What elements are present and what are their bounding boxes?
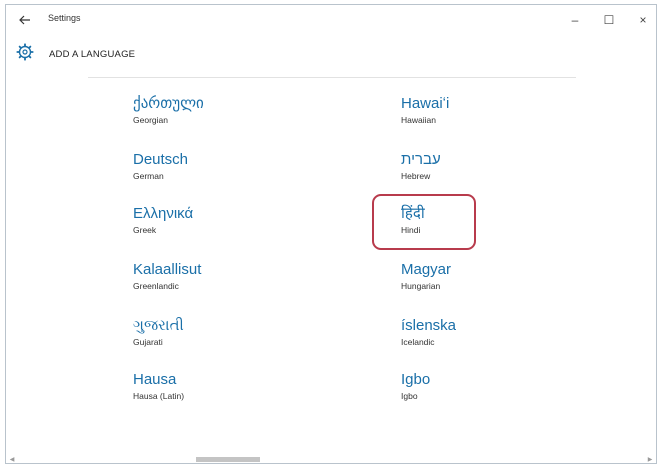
maximize-button[interactable]: ☐ xyxy=(594,9,624,31)
language-native-name: Kalaallisut xyxy=(133,261,202,278)
language-english-name: Hausa (Latin) xyxy=(133,391,185,401)
language-item-german[interactable]: Deutsch German xyxy=(133,151,303,195)
language-native-name: עברית xyxy=(401,151,441,168)
language-english-name: Igbo xyxy=(401,391,418,401)
language-english-name: Icelandic xyxy=(401,337,435,347)
language-native-name: íslenska xyxy=(401,317,457,334)
close-button[interactable]: × xyxy=(628,9,658,31)
language-item-icelandic[interactable]: íslenska Icelandic xyxy=(401,317,571,361)
language-item-hausa[interactable]: Hausa Hausa (Latin) xyxy=(133,371,303,415)
language-english-name: Hawaiian xyxy=(401,115,436,125)
language-english-name: Gujarati xyxy=(133,337,163,347)
language-item-greenlandic[interactable]: Kalaallisut Greenlandic xyxy=(133,261,303,305)
back-button[interactable] xyxy=(16,11,34,29)
close-icon: × xyxy=(639,13,647,27)
settings-window: Settings – ☐ × ADD A LANGUAGE ქართული Ge… xyxy=(5,4,657,464)
maximize-icon: ☐ xyxy=(603,13,615,27)
minimize-button[interactable]: – xyxy=(560,9,590,31)
app-title: Settings xyxy=(48,13,81,23)
language-native-name: Hawaiʻi xyxy=(401,95,450,112)
language-item-hebrew[interactable]: עברית Hebrew xyxy=(401,151,571,195)
language-english-name: Hebrew xyxy=(401,171,431,181)
language-english-name: Hungarian xyxy=(401,281,441,291)
language-item-igbo[interactable]: Igbo Igbo xyxy=(401,371,571,415)
language-item-hawaiian[interactable]: Hawaiʻi Hawaiian xyxy=(401,95,571,139)
back-arrow-icon xyxy=(19,15,30,25)
content-divider xyxy=(88,77,576,78)
gear-icon xyxy=(16,43,34,61)
hindi-highlight-box xyxy=(372,194,476,250)
minimize-icon: – xyxy=(571,13,579,27)
language-native-name: Hausa xyxy=(133,371,177,388)
language-native-name: ગુજરાતી xyxy=(133,317,184,334)
language-native-name: Magyar xyxy=(401,261,452,278)
language-item-gujarati[interactable]: ગુજરાતી Gujarati xyxy=(133,317,303,361)
language-item-hungarian[interactable]: Magyar Hungarian xyxy=(401,261,571,305)
page-title: ADD A LANGUAGE xyxy=(49,49,136,60)
scroll-right-icon[interactable]: ▶ xyxy=(646,455,654,463)
language-english-name: Georgian xyxy=(133,115,168,125)
language-english-name: Greenlandic xyxy=(133,281,179,291)
language-item-greek[interactable]: Ελληνικά Greek xyxy=(133,205,303,249)
language-item-georgian[interactable]: ქართული Georgian xyxy=(133,95,303,139)
horizontal-scrollbar[interactable]: ◀ ▶ xyxy=(8,455,654,463)
page-header: ADD A LANGUAGE xyxy=(6,37,656,67)
scroll-left-icon[interactable]: ◀ xyxy=(8,455,16,463)
language-native-name: Deutsch xyxy=(133,151,189,168)
language-english-name: German xyxy=(133,171,164,181)
language-english-name: Greek xyxy=(133,225,157,235)
language-native-name: Igbo xyxy=(401,371,431,388)
language-native-name: Ελληνικά xyxy=(133,205,194,222)
scrollbar-thumb[interactable] xyxy=(196,457,260,462)
language-native-name: ქართული xyxy=(133,95,204,112)
title-bar: Settings – ☐ × xyxy=(6,5,656,35)
